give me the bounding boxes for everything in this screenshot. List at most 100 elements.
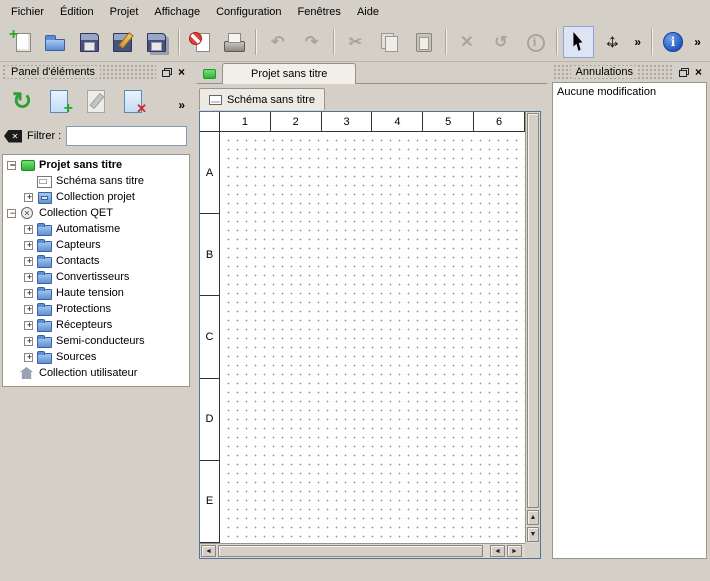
undo-panel-close-button[interactable] bbox=[691, 65, 706, 79]
tab-schema[interactable]: Schéma sans titre bbox=[199, 88, 325, 110]
expand-toggle[interactable] bbox=[24, 225, 33, 234]
elements-panel-close-button[interactable] bbox=[174, 65, 189, 79]
tree-item-label: Semi-conducteurs bbox=[56, 335, 145, 347]
menu-fichier[interactable]: Fichier bbox=[3, 3, 52, 21]
rotate-button bbox=[485, 26, 517, 58]
toolbar-overflow-button[interactable]: » bbox=[690, 26, 705, 58]
expand-toggle[interactable] bbox=[24, 289, 33, 298]
filter-label: Filtrer : bbox=[27, 130, 61, 142]
tree-item[interactable]: Capteurs bbox=[3, 237, 189, 253]
reload-collections-button[interactable] bbox=[5, 84, 39, 118]
tree-item[interactable]: Contacts bbox=[3, 253, 189, 269]
column-header: 4 bbox=[372, 112, 423, 131]
vertical-scrollbar[interactable] bbox=[525, 112, 540, 543]
new-element-button[interactable] bbox=[42, 84, 76, 118]
tree-item-label: Sources bbox=[56, 351, 96, 363]
tree-item[interactable]: Schéma sans titre bbox=[3, 173, 189, 189]
row-header: B bbox=[200, 214, 219, 296]
hscroll-thumb[interactable] bbox=[218, 545, 483, 557]
undo-panel-float-button[interactable] bbox=[676, 65, 691, 79]
tree-item[interactable]: Protections bbox=[3, 301, 189, 317]
tree-item-label: Convertisseurs bbox=[56, 271, 129, 283]
tree-item[interactable]: Sources bbox=[3, 349, 189, 365]
save-all-button[interactable] bbox=[140, 26, 172, 58]
expand-toggle[interactable] bbox=[24, 353, 33, 362]
undo-history-list[interactable]: Aucune modification bbox=[552, 82, 707, 559]
printer-icon bbox=[222, 30, 246, 54]
menu-projet[interactable]: Projet bbox=[102, 3, 147, 21]
expand-toggle[interactable] bbox=[24, 305, 33, 314]
tree-item[interactable]: Semi-conducteurs bbox=[3, 333, 189, 349]
project-tabbar: Projet sans titre bbox=[197, 62, 547, 84]
expand-toggle[interactable] bbox=[24, 193, 33, 202]
tree-item[interactable]: Haute tension bbox=[3, 285, 189, 301]
about-button[interactable] bbox=[657, 26, 689, 58]
scroll-down-button[interactable] bbox=[527, 527, 539, 542]
expand-toggle[interactable] bbox=[24, 337, 33, 346]
visualisation-mode-button[interactable] bbox=[596, 26, 628, 58]
menu-configuration[interactable]: Configuration bbox=[208, 3, 289, 21]
save-button[interactable] bbox=[73, 26, 105, 58]
float-icon bbox=[162, 68, 172, 77]
close-icon bbox=[177, 67, 187, 77]
folder-icon bbox=[37, 223, 52, 235]
expand-toggle[interactable] bbox=[24, 241, 33, 250]
tree-item[interactable]: Récepteurs bbox=[3, 317, 189, 333]
open-document-button[interactable] bbox=[39, 26, 71, 58]
tree-item[interactable]: Collection QET bbox=[3, 205, 189, 221]
selection-mode-button[interactable] bbox=[563, 26, 595, 58]
undo-panel-titlebar[interactable]: Annulations bbox=[553, 64, 706, 80]
tab-schema-label: Schéma sans titre bbox=[227, 94, 315, 106]
tree-item[interactable]: Automatisme bbox=[3, 221, 189, 237]
schema-tabbar: Schéma sans titre bbox=[197, 86, 547, 110]
tree-item-label: Récepteurs bbox=[56, 319, 112, 331]
folder-icon bbox=[37, 303, 52, 315]
new-document-button[interactable] bbox=[5, 26, 37, 58]
folder-icon bbox=[37, 351, 52, 363]
element-new-icon bbox=[46, 88, 72, 114]
elements-panel-float-button[interactable] bbox=[159, 65, 174, 79]
delete-element-button[interactable] bbox=[116, 84, 150, 118]
panel-toolbar-overflow-button[interactable]: » bbox=[178, 98, 185, 112]
schema-canvas[interactable] bbox=[221, 133, 525, 543]
tree-item-label: Automatisme bbox=[56, 223, 120, 235]
horizontal-scrollbar[interactable] bbox=[200, 543, 525, 558]
menu-affichage[interactable]: Affichage bbox=[146, 3, 208, 21]
filter-input[interactable] bbox=[66, 126, 187, 146]
elements-panel-titlebar[interactable]: Panel d'éléments bbox=[2, 64, 189, 80]
clear-filter-icon[interactable] bbox=[4, 130, 22, 143]
print-button[interactable] bbox=[218, 26, 250, 58]
tree-item[interactable]: Collection utilisateur bbox=[3, 365, 189, 381]
tree-item[interactable]: Convertisseurs bbox=[3, 269, 189, 285]
paste-button bbox=[407, 26, 439, 58]
scroll-left-button-2[interactable] bbox=[490, 545, 505, 557]
column-header: 1 bbox=[220, 112, 271, 131]
folder-icon bbox=[37, 271, 52, 283]
menu-edition[interactable]: Édition bbox=[52, 3, 102, 21]
tab-project[interactable]: Projet sans titre bbox=[222, 63, 356, 84]
float-icon bbox=[679, 68, 689, 77]
expand-toggle[interactable] bbox=[24, 273, 33, 282]
vscroll-thumb[interactable] bbox=[527, 113, 539, 508]
expand-toggle[interactable] bbox=[7, 209, 16, 218]
tree-item[interactable]: Projet sans titre bbox=[3, 157, 189, 173]
close-file-button[interactable] bbox=[184, 26, 216, 58]
tree-item-label: Capteurs bbox=[56, 239, 101, 251]
expand-toggle[interactable] bbox=[24, 257, 33, 266]
menu-fenetres[interactable]: Fenêtres bbox=[290, 3, 349, 21]
toolbar-separator bbox=[252, 26, 260, 58]
scroll-right-button[interactable] bbox=[507, 545, 522, 557]
expand-toggle[interactable] bbox=[7, 161, 16, 170]
scroll-left-button[interactable] bbox=[201, 545, 216, 557]
mdi-area: Projet sans titre Schéma sans titre 1234… bbox=[197, 62, 547, 581]
scroll-up-button[interactable] bbox=[527, 510, 539, 525]
modes-overflow-button[interactable]: » bbox=[630, 26, 645, 58]
tree-item-label: Collection QET bbox=[39, 207, 113, 219]
menu-aide[interactable]: Aide bbox=[349, 3, 387, 21]
floppy-edit-icon bbox=[110, 30, 134, 54]
save-as-button[interactable] bbox=[107, 26, 139, 58]
tree-item[interactable]: Collection projet bbox=[3, 189, 189, 205]
tree-item-label: Protections bbox=[56, 303, 111, 315]
expand-toggle[interactable] bbox=[24, 321, 33, 330]
toolbar-separator bbox=[174, 26, 182, 58]
